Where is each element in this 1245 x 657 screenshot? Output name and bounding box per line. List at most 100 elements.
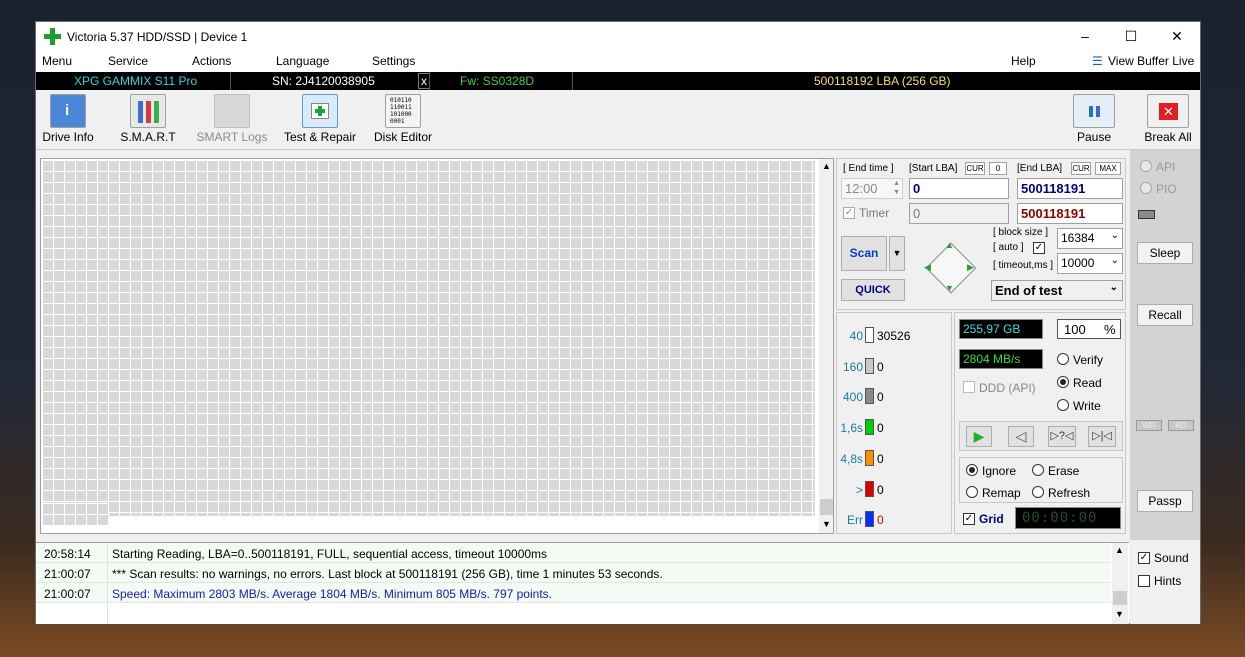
- menu-item-settings[interactable]: Settings: [372, 54, 415, 68]
- ignore-radio[interactable]: [966, 464, 978, 476]
- start-lba-zero-button[interactable]: 0: [989, 162, 1007, 175]
- sound-checkbox[interactable]: ✓: [1138, 552, 1150, 564]
- timer-checkbox[interactable]: ✓: [843, 207, 855, 219]
- disk-editor-button[interactable]: 010110 110011 101000 0001 Disk Editor: [372, 94, 434, 144]
- passp-button[interactable]: Passp: [1137, 490, 1193, 512]
- menu-item-actions[interactable]: Actions: [192, 54, 231, 68]
- side-panel: API PIO Sleep Recall WR RD Passp: [1130, 150, 1200, 540]
- scroll-down-icon[interactable]: ▼: [822, 519, 831, 529]
- remap-radio[interactable]: [966, 486, 978, 498]
- arrow-up-icon[interactable]: ▲: [945, 240, 957, 252]
- menu-item-help[interactable]: Help: [1011, 54, 1036, 68]
- verify-radio[interactable]: [1057, 353, 1069, 365]
- end-lba-max-button[interactable]: MAX: [1095, 162, 1121, 175]
- spinner-icon[interactable]: ▲ ▼: [893, 179, 900, 197]
- pio-radio[interactable]: [1140, 182, 1152, 194]
- end-lba-cur-button[interactable]: CUR: [1071, 162, 1091, 175]
- minimize-button[interactable]: –: [1062, 22, 1108, 52]
- erase-label: Erase: [1048, 464, 1080, 478]
- repair-mode-group: Ignore Erase Remap Refresh: [959, 457, 1123, 503]
- arrow-left-icon[interactable]: ◀: [924, 262, 936, 274]
- scroll-thumb[interactable]: [820, 499, 833, 515]
- scroll-up-icon[interactable]: ▲: [1115, 545, 1124, 555]
- end-time-input[interactable]: 12:00 ▲ ▼: [841, 178, 903, 199]
- rd-indicator: RD: [1168, 420, 1194, 431]
- legend-count: 0: [877, 390, 884, 405]
- scroll-thumb[interactable]: [1113, 591, 1127, 605]
- block-size-label: [ block size ]: [993, 227, 1049, 238]
- grid-cells-tail: [42, 503, 108, 525]
- erase-radio[interactable]: [1032, 464, 1044, 476]
- block-size-select[interactable]: 16384 ⌄: [1057, 228, 1123, 249]
- break-all-button[interactable]: ✕ Break All: [1142, 94, 1194, 144]
- remap-label: Remap: [982, 486, 1021, 500]
- arrow-down-icon[interactable]: ▼: [945, 283, 957, 295]
- api-radio[interactable]: [1140, 160, 1152, 172]
- divider: [429, 72, 430, 90]
- random-seek-icon[interactable]: ▷?◁: [1048, 426, 1076, 447]
- butterfly-icon[interactable]: ▷|◁: [1088, 426, 1116, 447]
- menu-item-menu[interactable]: Menu: [42, 54, 72, 68]
- end-time-value: 12:00: [845, 181, 878, 196]
- timer-input[interactable]: 0: [909, 203, 1009, 224]
- smart-logs-button[interactable]: SMART Logs: [196, 94, 268, 144]
- start-lba-input[interactable]: 0: [909, 178, 1009, 199]
- quick-button[interactable]: QUICK: [841, 279, 905, 301]
- view-buffer-live-button[interactable]: View Buffer Live: [1108, 54, 1194, 68]
- window-title: Victoria 5.37 HDD/SSD | Device 1: [67, 30, 248, 44]
- binary-icon: 010110 110011 101000 0001: [385, 94, 421, 128]
- hints-checkbox[interactable]: [1138, 575, 1150, 587]
- play-icon[interactable]: ▶: [966, 426, 992, 447]
- maximize-button[interactable]: ☐: [1108, 22, 1154, 52]
- legend-row: Err 0: [837, 511, 953, 531]
- block-size-value: 16384: [1061, 231, 1095, 245]
- end-action-select[interactable]: End of test ⌄: [991, 280, 1123, 301]
- grid-checkbox[interactable]: ✓: [963, 513, 975, 525]
- scroll-up-icon[interactable]: ▲: [822, 161, 831, 171]
- log-scrollbar[interactable]: ▲ ▼: [1112, 543, 1128, 624]
- close-button[interactable]: ✕: [1154, 22, 1200, 52]
- end-lba-secondary-input[interactable]: 500118191: [1017, 203, 1123, 224]
- refresh-radio[interactable]: [1032, 486, 1044, 498]
- drive-info-button[interactable]: i Drive Info: [40, 94, 96, 144]
- legend-row: 1,6s 0: [837, 419, 953, 439]
- auto-checkbox[interactable]: ✓: [1033, 242, 1045, 254]
- legend-color-swatch: [865, 327, 874, 343]
- app-window: Victoria 5.37 HDD/SSD | Device 1 – ☐ ✕ M…: [35, 21, 1201, 624]
- write-radio[interactable]: [1057, 399, 1069, 411]
- menu-item-service[interactable]: Service: [108, 54, 148, 68]
- grid-scrollbar[interactable]: ▲ ▼: [819, 159, 833, 533]
- smart-button[interactable]: S.M.A.R.T: [116, 94, 180, 144]
- read-radio[interactable]: [1057, 376, 1069, 388]
- sound-label: Sound: [1154, 551, 1189, 565]
- test-repair-button[interactable]: Test & Repair: [281, 94, 359, 144]
- legend-row: >0: [837, 480, 953, 501]
- grid-label: Grid: [979, 512, 1004, 526]
- write-label: Write: [1073, 399, 1101, 413]
- sleep-button[interactable]: Sleep: [1137, 242, 1193, 264]
- pause-button[interactable]: Pause: [1072, 94, 1116, 144]
- log-row[interactable]: 20:58:14 Starting Reading, LBA=0..5001181…: [36, 543, 1111, 563]
- arrow-right-icon[interactable]: ▶: [967, 262, 979, 274]
- start-lba-cur-button[interactable]: CUR: [965, 162, 985, 175]
- scan-button[interactable]: Scan: [841, 236, 887, 271]
- scroll-down-icon[interactable]: ▼: [1115, 609, 1124, 619]
- grid-cells: [42, 160, 815, 516]
- log-row[interactable]: 21:00:07 Speed: Maximum 2803 MB/s. Averag…: [36, 583, 1111, 603]
- percent-sign: %: [1104, 322, 1116, 337]
- log-message: *** Scan results: no warnings, no errors…: [112, 567, 663, 581]
- legend-threshold: 40: [849, 329, 863, 343]
- scanned-size: 255,97 GB: [959, 319, 1043, 339]
- rewind-icon[interactable]: ◁: [1008, 426, 1034, 447]
- scan-dropdown-icon[interactable]: ▼: [889, 236, 905, 271]
- menu-item-language[interactable]: Language: [276, 54, 329, 68]
- stop-icon: ✕: [1147, 94, 1189, 128]
- device-model[interactable]: XPG GAMMIX S11 Pro: [74, 74, 197, 88]
- timeout-select[interactable]: 10000 ⌄: [1057, 253, 1123, 274]
- start-lba-label: [Start LBA]: [909, 163, 958, 174]
- log-row[interactable]: 21:00:07 *** Scan results: no warnings, n…: [36, 563, 1111, 583]
- log-time-divider: [107, 543, 108, 624]
- end-lba-input[interactable]: 500118191: [1017, 178, 1123, 199]
- ddd-checkbox[interactable]: [963, 381, 975, 393]
- recall-button[interactable]: Recall: [1137, 304, 1193, 326]
